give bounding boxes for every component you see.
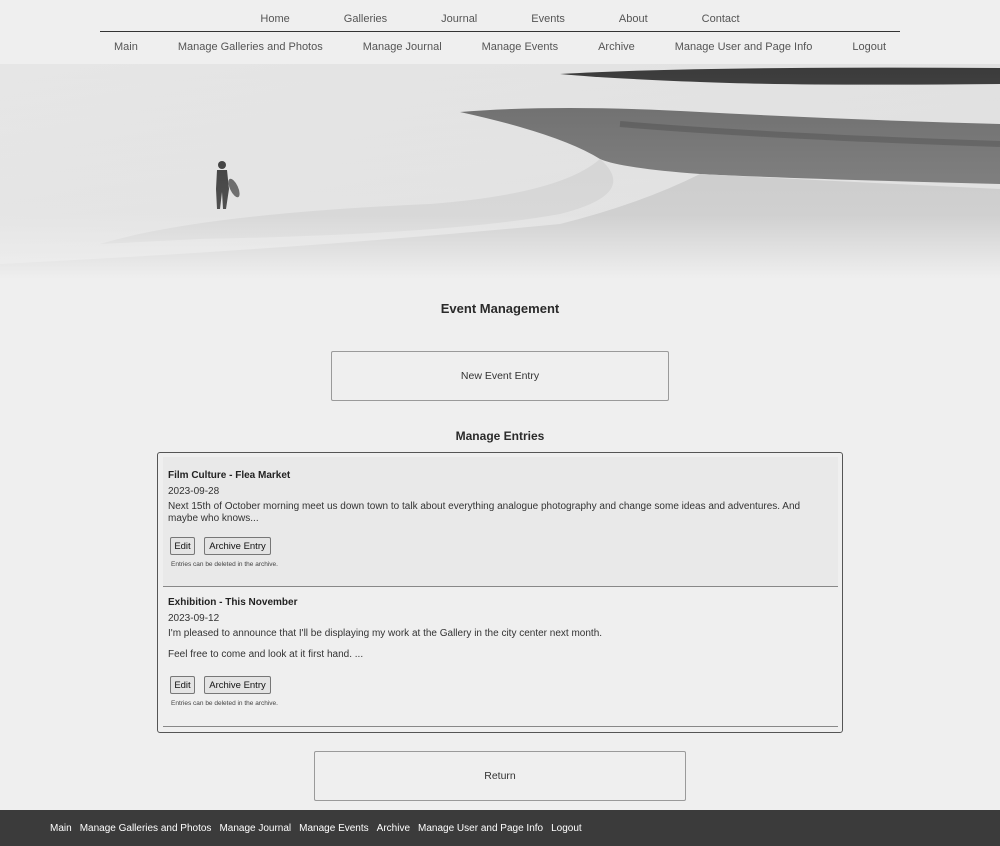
archive-entry-button[interactable]: Archive Entry — [204, 676, 271, 694]
entry-item: Exhibition - This November 2023-09-12 I'… — [163, 587, 838, 727]
footer-link-events[interactable]: Manage Events — [299, 823, 369, 834]
new-event-entry-button[interactable]: New Event Entry — [331, 351, 669, 401]
entry-date: 2023-09-28 — [168, 486, 220, 497]
nav-about[interactable]: About — [619, 13, 648, 25]
footer-nav: Main Manage Galleries and Photos Manage … — [0, 810, 1000, 846]
admin-nav-galleries[interactable]: Manage Galleries and Photos — [178, 41, 323, 53]
nav-home[interactable]: Home — [260, 13, 289, 25]
admin-nav-main[interactable]: Main — [114, 41, 138, 53]
edit-button[interactable]: Edit — [170, 676, 195, 694]
return-button[interactable]: Return — [314, 751, 686, 801]
nav-journal[interactable]: Journal — [441, 13, 477, 25]
entry-item: Film Culture - Flea Market 2023-09-28 Ne… — [163, 457, 838, 587]
footer-link-user-info[interactable]: Manage User and Page Info — [418, 823, 543, 834]
entry-text: I'm pleased to announce that I'll be dis… — [168, 628, 603, 639]
footer-link-logout[interactable]: Logout — [551, 823, 582, 834]
admin-nav: Main Manage Galleries and Photos Manage … — [0, 41, 1000, 53]
archive-entry-button[interactable]: Archive Entry — [204, 537, 271, 555]
admin-nav-events[interactable]: Manage Events — [482, 41, 558, 53]
entry-text: Feel free to come and look at it first h… — [168, 649, 364, 660]
nav-events[interactable]: Events — [531, 13, 565, 25]
manage-entries-heading: Manage Entries — [455, 429, 545, 443]
admin-nav-archive[interactable]: Archive — [598, 41, 635, 53]
entries-list: Film Culture - Flea Market 2023-09-28 Ne… — [157, 452, 843, 733]
top-navigation: Home Galleries Journal Events About Cont… — [0, 0, 1000, 64]
footer-link-archive[interactable]: Archive — [377, 823, 410, 834]
admin-nav-journal[interactable]: Manage Journal — [363, 41, 442, 53]
entry-date: 2023-09-12 — [168, 613, 220, 624]
admin-nav-user-info[interactable]: Manage User and Page Info — [675, 41, 813, 53]
primary-nav: Home Galleries Journal Events About Cont… — [0, 13, 1000, 25]
hero-image — [0, 64, 1000, 279]
entry-text: Next 15th of October morning meet us dow… — [168, 501, 801, 524]
nav-contact[interactable]: Contact — [702, 13, 740, 25]
admin-nav-logout[interactable]: Logout — [852, 41, 886, 53]
delete-note: Entries can be deleted in the archive. — [171, 561, 278, 568]
footer-link-journal[interactable]: Manage Journal — [219, 823, 291, 834]
footer-link-galleries[interactable]: Manage Galleries and Photos — [80, 823, 212, 834]
page-title: Event Management — [440, 301, 560, 316]
entry-title: Exhibition - This November — [168, 597, 298, 608]
delete-note: Entries can be deleted in the archive. — [171, 700, 278, 707]
edit-button[interactable]: Edit — [170, 537, 195, 555]
nav-divider — [100, 31, 900, 32]
nav-galleries[interactable]: Galleries — [344, 13, 387, 25]
entry-title: Film Culture - Flea Market — [168, 470, 291, 481]
footer-link-main[interactable]: Main — [50, 823, 72, 834]
